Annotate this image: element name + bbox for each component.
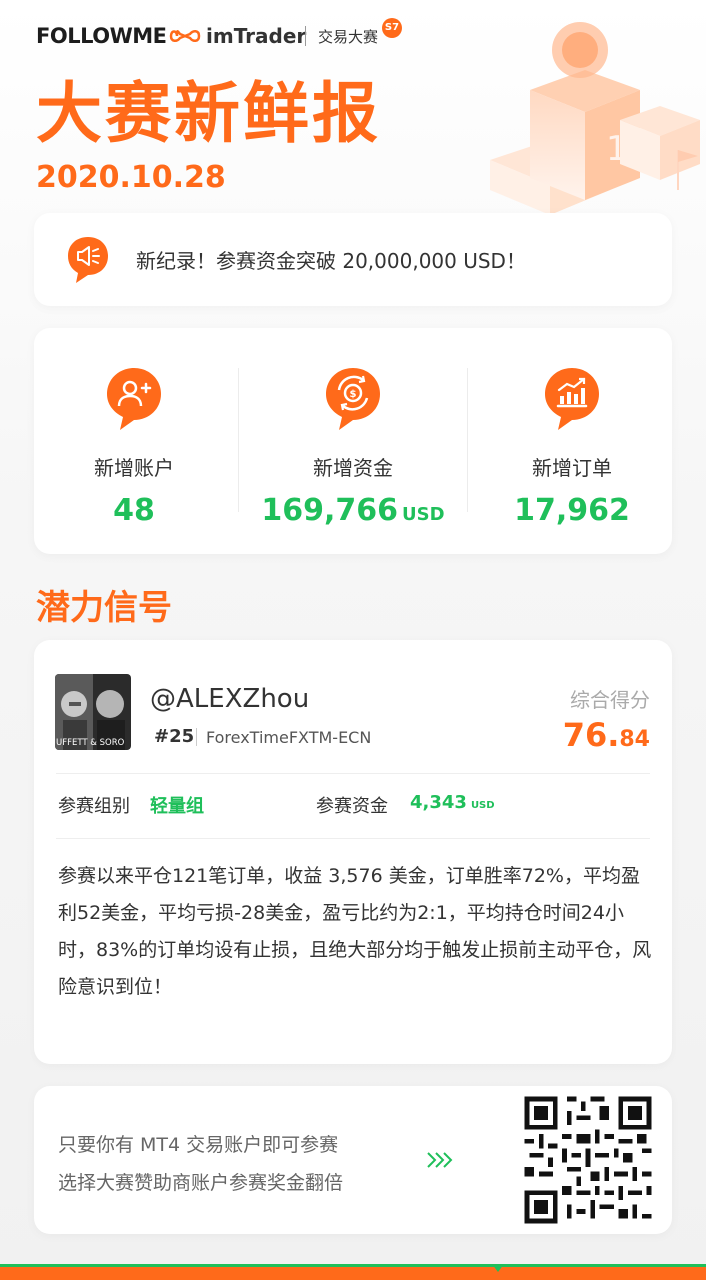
score-label: 综合得分 [570, 688, 650, 712]
group-value: 轻量组 [150, 796, 204, 817]
promo-card: 只要你有 MT4 交易账户即可参赛 选择大赛赞助商账户参赛奖金翻倍 [34, 1086, 672, 1234]
podium-illustration: 1 [490, 22, 700, 215]
footer-notch [492, 1264, 504, 1272]
stat-new-funds: $ 新增资金 169,766 USD [253, 366, 453, 528]
trader-username[interactable]: @ALEXZhou [150, 684, 309, 714]
imtrader-wordmark: imTrader [206, 24, 307, 48]
page-title: 大赛新鲜报 [36, 75, 381, 152]
imtrader-logo: imTrader [168, 24, 306, 48]
chart-growth-icon [545, 368, 599, 430]
infinity-icon [169, 30, 201, 42]
promo-text-line2: 选择大赛赞助商账户参赛奖金翻倍 [58, 1172, 344, 1194]
fund-label: 参赛资金 [316, 796, 388, 817]
promo-text-line1: 只要你有 MT4 交易账户即可参赛 [58, 1134, 339, 1156]
avatar-photo: UFFETT & SORO [55, 674, 131, 750]
speaker-icon [68, 236, 108, 283]
fund-unit: USD [470, 800, 495, 811]
avatar[interactable]: UFFETT & SORO [55, 674, 131, 750]
fund-value: 4,343 USD [410, 792, 495, 813]
footer-accent-line [0, 1264, 706, 1267]
stat-label: 新增资金 [313, 456, 393, 480]
group-label: 参赛组别 [58, 796, 130, 817]
stat-value: 48 [113, 493, 155, 528]
header-divider [305, 26, 306, 46]
signal-description: 参赛以来平仓121笔订单，收益 3,576 美金，订单胜率72%，平均盈利52美… [58, 865, 652, 998]
followme-logo: FOLLOWME [36, 24, 167, 48]
stat-divider [238, 368, 239, 512]
stat-new-orders: 新增订单 17,962 [472, 366, 672, 528]
stat-label: 新增订单 [532, 456, 612, 480]
stat-new-accounts: 新增账户 48 [34, 366, 234, 528]
stat-value: 17,962 [514, 493, 630, 528]
season-badge: S7 [382, 18, 402, 38]
stat-label: 新增账户 [94, 456, 174, 480]
chevrons-right-icon [427, 1152, 453, 1168]
add-user-icon [107, 368, 161, 430]
report-date: 2020.10.28 [36, 160, 226, 195]
signal-card[interactable]: UFFETT & SORO @ALEXZhou #25 ForexTimeFXT… [34, 640, 672, 1064]
svg-text:UFFETT & SORO: UFFETT & SORO [56, 738, 125, 748]
divider [56, 773, 650, 774]
money-exchange-icon: $ [326, 368, 380, 430]
divider [56, 838, 650, 839]
news-text: 新纪录！参赛资金突破 20,000,000 USD！ [136, 249, 526, 273]
news-banner: 新纪录！参赛资金突破 20,000,000 USD！ [34, 213, 672, 306]
stat-unit: USD [402, 504, 445, 525]
stat-divider [467, 368, 468, 512]
contest-name: 交易大赛 [318, 28, 379, 46]
qr-code[interactable] [520, 1092, 656, 1228]
section-title: 潜力信号 [36, 588, 172, 628]
svg-text:$: $ [350, 389, 357, 400]
composite-score: 76.84 [562, 716, 650, 754]
rank-divider [196, 728, 197, 746]
stat-value: 169,766 USD [261, 493, 445, 528]
stats-card: 新增账户 48 $ 新增资金 169,766 USD 新增订单 17,962 [34, 328, 672, 554]
trader-rank: #25 [154, 726, 195, 747]
broker-server: ForexTimeFXTM-ECN [206, 728, 372, 747]
